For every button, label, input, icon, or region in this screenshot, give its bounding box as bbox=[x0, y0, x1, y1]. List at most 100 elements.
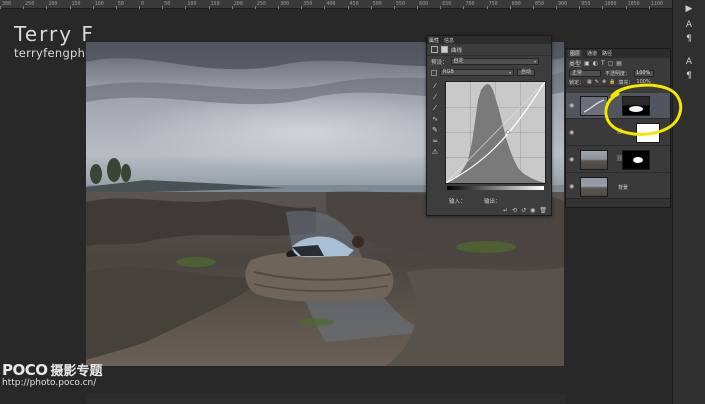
filter-shape-icon[interactable]: ▢ bbox=[608, 60, 614, 67]
visibility-eye-icon[interactable]: ◉ bbox=[569, 129, 574, 136]
poco-title: 摄影专题 bbox=[50, 364, 103, 379]
curve-point-icon[interactable]: ∿ bbox=[431, 115, 439, 123]
eyedropper-black-icon[interactable]: ⁄ bbox=[431, 82, 439, 90]
tab-info[interactable]: 信息 bbox=[444, 37, 454, 44]
ruler-tick-label: 50 bbox=[117, 1, 124, 7]
layer-photo-mask[interactable]: ◉ ⛓ bbox=[566, 147, 670, 173]
ruler-tick-label: 50 bbox=[164, 1, 171, 7]
ruler-tick-mark bbox=[393, 6, 395, 9]
clip-to-layer-icon[interactable]: ↵ bbox=[503, 207, 508, 214]
eyedropper-gray-icon[interactable]: ⁄ bbox=[431, 93, 439, 101]
lock-move-icon[interactable]: ✥ bbox=[602, 79, 606, 85]
ruler-tick-label: 1050 bbox=[627, 1, 640, 7]
ruler-tick-mark bbox=[162, 6, 164, 9]
play-icon[interactable]: ▶ bbox=[680, 2, 698, 16]
lock-label: 锁定： bbox=[569, 79, 585, 86]
auto-button[interactable]: 自动 bbox=[517, 69, 535, 76]
ruler-tick-mark bbox=[532, 6, 534, 9]
lock-row: 锁定： ▦ ✎ ✥ 🔒 填充： 100% bbox=[566, 78, 670, 87]
ruler-tick-label: 100 bbox=[94, 1, 104, 7]
mask-icon[interactable] bbox=[441, 46, 448, 53]
pencil-icon[interactable]: ✎ bbox=[431, 126, 439, 134]
ruler-tick-label: 550 bbox=[395, 1, 405, 7]
input-gradient bbox=[447, 186, 544, 190]
delete-icon[interactable]: 🗑 bbox=[539, 207, 547, 214]
ruler-tick-mark bbox=[23, 6, 25, 9]
paragraph-icon[interactable]: ¶ bbox=[680, 32, 698, 46]
smooth-icon[interactable]: ≈ bbox=[431, 137, 439, 145]
curves-header: 曲线 bbox=[427, 44, 551, 56]
ruler-tick-mark bbox=[579, 6, 581, 9]
filter-pixel-icon[interactable]: ▣ bbox=[584, 60, 590, 67]
layer-background[interactable]: ◉ 背景 bbox=[566, 174, 670, 200]
fill-value[interactable]: 100% bbox=[636, 79, 650, 85]
paragraph-style-icon[interactable]: ¶ bbox=[680, 69, 698, 83]
tab-layers[interactable]: 图层 bbox=[568, 50, 583, 57]
lock-paint-icon[interactable]: ✎ bbox=[595, 79, 599, 85]
reset-icon[interactable]: ↺ bbox=[521, 207, 526, 214]
poco-logo: POCO bbox=[2, 361, 48, 379]
ruler-tick-mark bbox=[370, 6, 372, 9]
character-style-icon[interactable]: A bbox=[680, 55, 698, 69]
curves-footer: ↵ ⟲ ↺ ◉ 🗑 bbox=[427, 205, 551, 215]
ruler-tick-mark bbox=[440, 6, 442, 9]
visibility-icon[interactable]: ◉ bbox=[530, 207, 535, 214]
visibility-eye-icon[interactable]: ◉ bbox=[569, 102, 574, 109]
target-adjust-icon[interactable] bbox=[431, 69, 437, 76]
ruler-tick-label: 250 bbox=[25, 1, 35, 7]
ruler-tick-label: 600 bbox=[419, 1, 429, 7]
right-tool-strip: ▶ A ¶ A ¶ bbox=[672, 0, 705, 404]
curve-graph[interactable] bbox=[445, 81, 546, 184]
poco-url: http://photo.poco.cn/ bbox=[2, 378, 97, 388]
visibility-eye-icon[interactable]: ◉ bbox=[569, 183, 574, 190]
channel-dropdown[interactable]: RGB bbox=[440, 69, 514, 76]
tab-channels[interactable]: 通道 bbox=[587, 50, 597, 57]
ruler-tick-label: 200 bbox=[233, 1, 243, 7]
filter-type-label[interactable]: 类型 bbox=[569, 59, 581, 68]
preset-dropdown[interactable]: 自定 bbox=[450, 58, 539, 65]
mask-shape bbox=[633, 157, 643, 163]
black-mask-thumbnail[interactable] bbox=[622, 150, 650, 170]
chain-icon[interactable]: ⛓ bbox=[616, 128, 624, 135]
tab-paths[interactable]: 路径 bbox=[602, 50, 612, 57]
character-icon[interactable]: A bbox=[680, 18, 698, 32]
ruler-tick-label: 850 bbox=[534, 1, 544, 7]
filter-text-icon[interactable]: T bbox=[601, 60, 605, 67]
layer-white-mask[interactable]: ◉ ⛓ bbox=[566, 120, 670, 146]
layer-name[interactable]: 背景 bbox=[618, 184, 628, 191]
watermark-name: Terry F bbox=[14, 22, 95, 46]
filter-smart-icon[interactable]: ▤ bbox=[616, 60, 622, 67]
curves-properties-panel[interactable]: 属性 信息 曲线 预设： 自定 RGB 自动 ⁄ ⁄ ⁄ ∿ ✎ ≈ ⚠ 输入：… bbox=[426, 35, 552, 216]
layer-curves[interactable]: ◉ bbox=[566, 93, 670, 119]
layers-panel[interactable]: 图层 通道 路径 类型 ▣ ◐ T ▢ ▤ 正常 不透明度： 100% 锁定： … bbox=[565, 48, 671, 208]
ruler-tick-label: 700 bbox=[465, 1, 475, 7]
visibility-eye-icon[interactable]: ◉ bbox=[569, 156, 574, 163]
ruler-tick-label: 350 bbox=[303, 1, 313, 7]
tab-properties[interactable]: 属性 bbox=[429, 37, 439, 44]
ruler-tick-mark bbox=[463, 6, 465, 9]
ruler-tick-label: 900 bbox=[558, 1, 568, 7]
horizontal-ruler: 300 250 200 150 100 50 0 50 100 150 200 250 300 350 40… bbox=[0, 0, 672, 9]
layer-mask-thumbnail[interactable] bbox=[622, 96, 650, 116]
curves-layer-thumbnail bbox=[580, 96, 608, 116]
blend-mode-dropdown[interactable]: 正常 bbox=[569, 69, 601, 77]
curves-title: 曲线 bbox=[451, 47, 463, 54]
view-previous-icon[interactable]: ⟲ bbox=[512, 207, 517, 214]
preset-row: 预设： 自定 bbox=[427, 56, 551, 67]
ruler-tick-label: 300 bbox=[280, 1, 290, 7]
ruler-tick-mark bbox=[509, 6, 511, 9]
eyedropper-white-icon[interactable]: ⁄ bbox=[431, 104, 439, 112]
lock-pixels-icon[interactable]: ▦ bbox=[587, 79, 592, 85]
white-mask-thumbnail[interactable] bbox=[636, 123, 660, 143]
ruler-tick-label: 1100 bbox=[650, 1, 663, 7]
clipping-warning-icon[interactable]: ⚠ bbox=[431, 148, 439, 156]
ruler-tick-label: 400 bbox=[326, 1, 336, 7]
lock-all-icon[interactable]: 🔒 bbox=[609, 79, 615, 85]
ruler-tick-mark bbox=[0, 6, 1, 9]
layers-panel-tabs: 图层 通道 路径 bbox=[566, 49, 670, 58]
filter-adjust-icon[interactable]: ◐ bbox=[593, 60, 598, 67]
status-bar bbox=[86, 394, 566, 404]
opacity-field[interactable]: 100% bbox=[634, 69, 655, 77]
curves-adjustment-icon bbox=[431, 46, 438, 53]
blend-row: 正常 不透明度： 100% bbox=[566, 68, 670, 78]
